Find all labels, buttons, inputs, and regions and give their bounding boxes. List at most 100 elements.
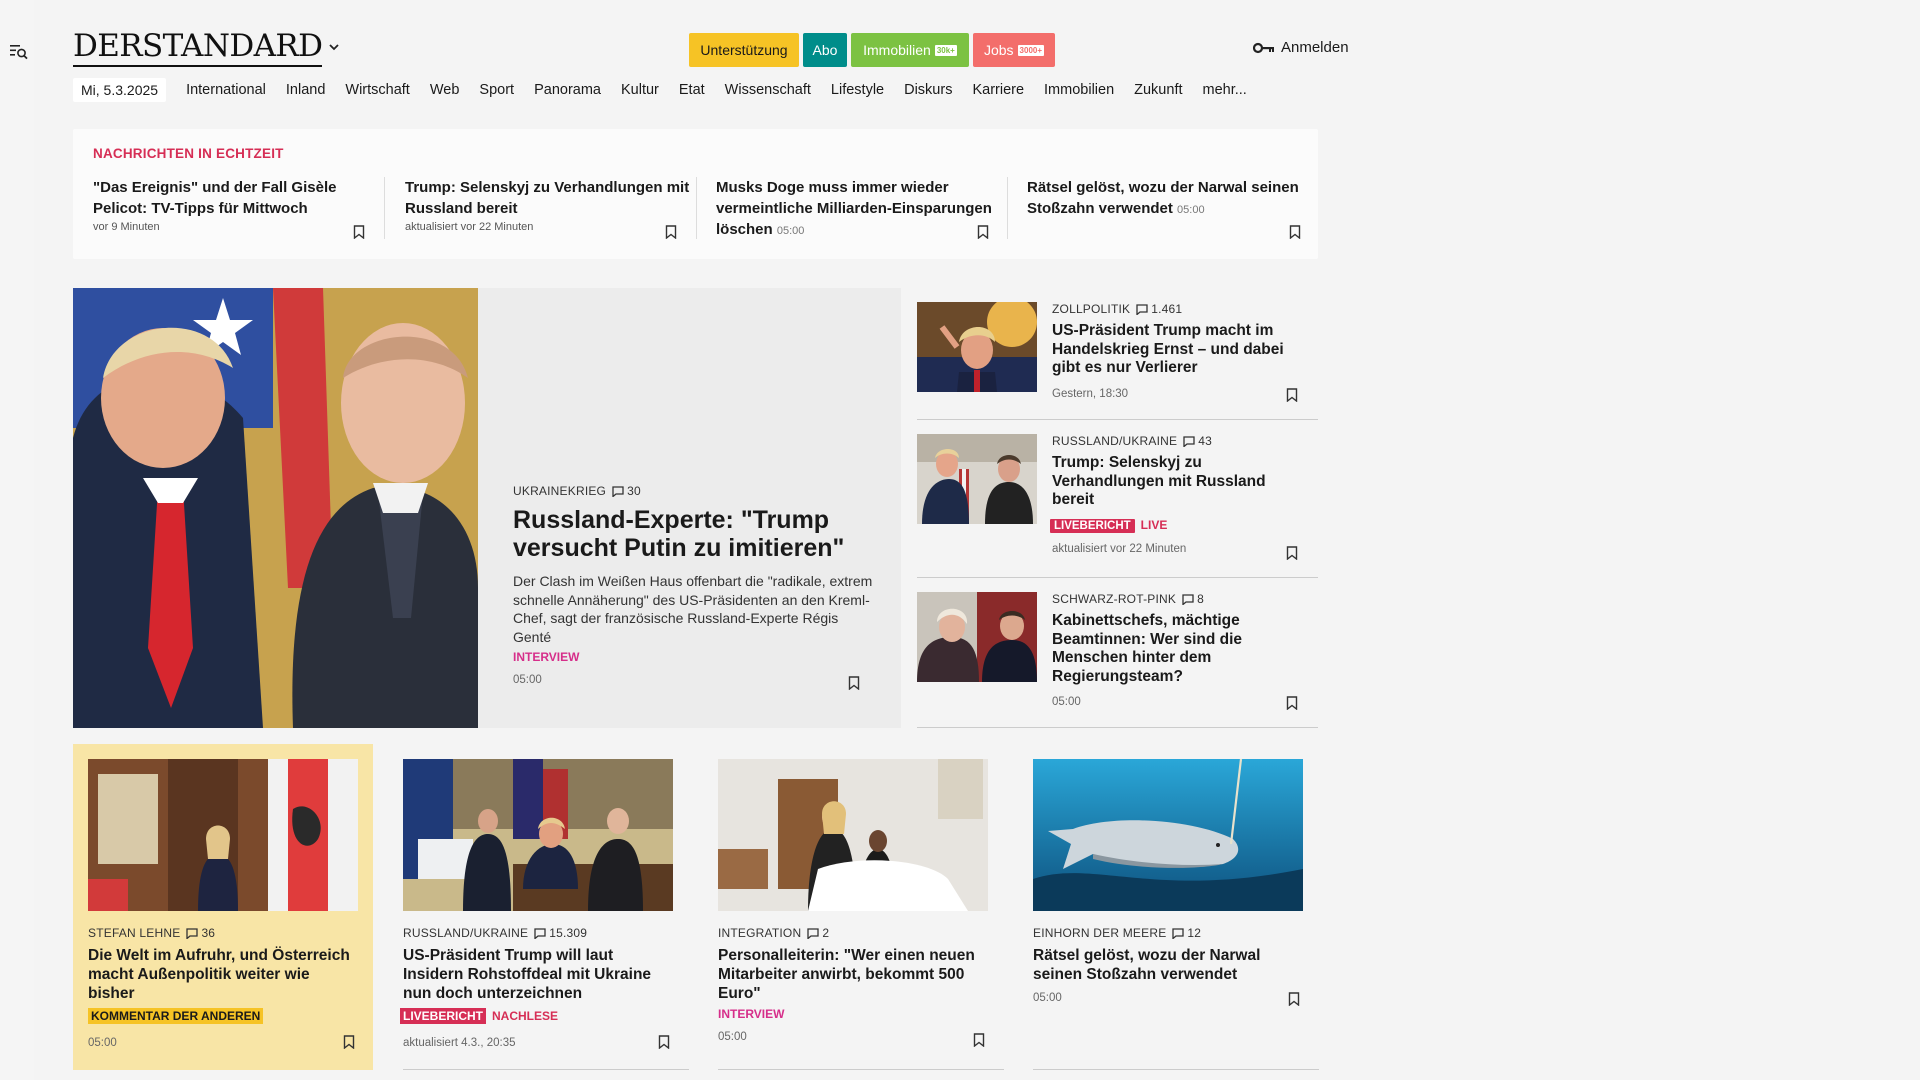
hero-image[interactable] — [73, 288, 478, 728]
nav-zukunft[interactable]: Zukunft — [1134, 82, 1182, 98]
nav-inland[interactable]: Inland — [286, 82, 326, 98]
nav-kultur[interactable]: Kultur — [621, 82, 659, 98]
comment-count[interactable]: 36 — [186, 926, 215, 940]
card-category[interactable]: RUSSLAND/UKRAINE — [403, 926, 528, 940]
article-time: Gestern, 18:30 — [1052, 387, 1129, 400]
bookmark-icon[interactable] — [665, 225, 677, 239]
thumbnail-photo — [917, 592, 1037, 682]
ticker-divider — [696, 177, 697, 239]
comment-count[interactable]: 1.461 — [1136, 302, 1182, 316]
recap-label: NACHLESE — [492, 1009, 559, 1023]
nav-karriere[interactable]: Karriere — [972, 82, 1024, 98]
nav-immobilien[interactable]: Immobilien — [1044, 82, 1114, 98]
article-kicker: ZOLLPOLITIK 1.461 — [1052, 302, 1302, 316]
ticker-item[interactable]: Musks Doge muss immer wieder vermeintlic… — [716, 177, 1006, 249]
comment-count[interactable]: 15.309 — [534, 926, 587, 940]
hero-time: 05:00 — [513, 674, 542, 686]
nav-wirtschaft[interactable]: Wirtschaft — [345, 82, 409, 98]
comment-count[interactable]: 8 — [1182, 592, 1204, 606]
nav-diskurs[interactable]: Diskurs — [904, 82, 952, 98]
bookmark-icon[interactable] — [1286, 388, 1298, 402]
article-category[interactable]: ZOLLPOLITIK — [1052, 302, 1130, 316]
card-photo — [1033, 759, 1303, 911]
bookmark-icon[interactable] — [353, 225, 365, 239]
article-thumbnail[interactable] — [917, 434, 1037, 524]
login-label: Anmelden — [1281, 39, 1349, 56]
bookmark-icon[interactable] — [1289, 225, 1301, 239]
menu-search-icon[interactable] — [9, 42, 29, 60]
bookmark-icon[interactable] — [973, 1033, 985, 1047]
ticker-item-title[interactable]: Musks Doge muss immer wieder vermeintlic… — [716, 177, 1006, 242]
ticker-divider — [384, 177, 385, 239]
article-thumbnail[interactable] — [917, 302, 1037, 392]
card-author[interactable]: STEFAN LEHNE — [88, 926, 180, 940]
ticker-item-title[interactable]: Trump: Selenskyj zu Verhandlungen mit Ru… — [405, 177, 695, 219]
card-kicker: INTEGRATION 2 — [718, 926, 988, 940]
nav-panorama[interactable]: Panorama — [534, 82, 601, 98]
jobs-button[interactable]: Jobs 3000+ — [973, 33, 1055, 67]
comment-count[interactable]: 12 — [1172, 926, 1201, 940]
hero-category[interactable]: UKRAINEKRIEG — [513, 484, 606, 498]
support-label: Unterstützung — [700, 42, 788, 58]
nav-lifestyle[interactable]: Lifestyle — [831, 82, 884, 98]
immobilien-button[interactable]: Immobilien 30k+ — [851, 33, 969, 67]
bookmark-icon[interactable] — [343, 1035, 355, 1049]
nav-international[interactable]: International — [186, 82, 266, 98]
card-divider — [403, 1069, 689, 1070]
article-image[interactable] — [718, 759, 988, 911]
nav-etat[interactable]: Etat — [679, 82, 705, 98]
card-time: 05:00 — [1033, 992, 1062, 1004]
comment-count[interactable]: 30 — [612, 484, 641, 498]
ticker-item[interactable]: "Das Ereignis" und der Fall Gisèle Pelic… — [93, 177, 383, 249]
bookmark-icon[interactable] — [658, 1035, 670, 1049]
card-text: INTEGRATION 2 Personalleiterin: "Wer ein… — [718, 926, 988, 1043]
bookmark-icon[interactable] — [1288, 992, 1300, 1006]
comment-count-value: 43 — [1198, 434, 1212, 448]
ticker-divider — [1007, 177, 1008, 239]
article-category[interactable]: RUSSLAND/UKRAINE — [1052, 434, 1177, 448]
comment-count-value: 12 — [1187, 926, 1202, 940]
article-thumbnail[interactable] — [917, 592, 1037, 682]
comment-count[interactable]: 2 — [807, 926, 829, 940]
comment-icon — [186, 927, 199, 939]
ticker-item-title-text: Musks Doge muss immer wieder vermeintlic… — [716, 179, 992, 238]
article-title[interactable]: Trump: Selenskyj zu Verhandlungen mit Ru… — [1052, 454, 1302, 510]
ticker-item-title-text: Rätsel gelöst, wozu der Narwal seinen St… — [1027, 179, 1299, 217]
card-title[interactable]: Rätsel gelöst, wozu der Narwal seinen St… — [1033, 946, 1303, 984]
chevron-down-icon[interactable] — [328, 41, 340, 53]
article-image[interactable] — [88, 759, 358, 911]
bookmark-icon[interactable] — [1286, 696, 1298, 710]
support-button[interactable]: Unterstützung — [689, 33, 799, 67]
article-title[interactable]: US-Präsident Trump macht im Handelskrieg… — [1052, 322, 1302, 378]
card-time: aktualisiert 4.3., 20:35 — [403, 1037, 516, 1049]
nav-more[interactable]: mehr... — [1203, 82, 1247, 98]
ticker-item[interactable]: Rätsel gelöst, wozu der Narwal seinen St… — [1027, 177, 1317, 249]
card-category[interactable]: INTEGRATION — [718, 926, 801, 940]
nav-sport[interactable]: Sport — [479, 82, 514, 98]
hero-headline[interactable]: Russland-Experte: "Trump versucht Putin … — [513, 506, 873, 562]
bookmark-icon[interactable] — [977, 225, 989, 239]
ticker-item-title[interactable]: Rätsel gelöst, wozu der Narwal seinen St… — [1027, 177, 1317, 221]
ticker-item-title[interactable]: "Das Ereignis" und der Fall Gisèle Pelic… — [93, 177, 383, 219]
article-image[interactable] — [1033, 759, 1303, 911]
liveticker-badge: LIVEBERICHT — [400, 1008, 487, 1024]
article-title[interactable]: Kabinettschefs, mächtige Beamtinnen: Wer… — [1052, 612, 1302, 686]
comment-icon — [1136, 303, 1148, 315]
thumbnail-photo — [917, 302, 1037, 392]
bookmark-icon[interactable] — [848, 676, 860, 690]
key-icon — [1253, 42, 1274, 53]
card-title[interactable]: Die Welt im Aufruhr, und Österreich mach… — [88, 946, 358, 1003]
article-category[interactable]: SCHWARZ-ROT-PINK — [1052, 592, 1176, 606]
login-button[interactable]: Anmelden — [1253, 39, 1349, 56]
nav-wissenschaft[interactable]: Wissenschaft — [725, 82, 811, 98]
ticker-item[interactable]: Trump: Selenskyj zu Verhandlungen mit Ru… — [405, 177, 695, 249]
card-category[interactable]: EINHORN DER MEERE — [1033, 926, 1166, 940]
abo-button[interactable]: Abo — [803, 33, 847, 67]
article-image[interactable] — [403, 759, 673, 911]
comment-count[interactable]: 43 — [1183, 434, 1212, 448]
card-title[interactable]: US-Präsident Trump will laut Insidern Ro… — [403, 946, 673, 1003]
bookmark-icon[interactable] — [1286, 546, 1298, 560]
card-title[interactable]: Personalleiterin: "Wer einen neuen Mitar… — [718, 946, 988, 1003]
logo[interactable]: DERSTANDARD — [73, 28, 323, 67]
nav-web[interactable]: Web — [430, 82, 460, 98]
